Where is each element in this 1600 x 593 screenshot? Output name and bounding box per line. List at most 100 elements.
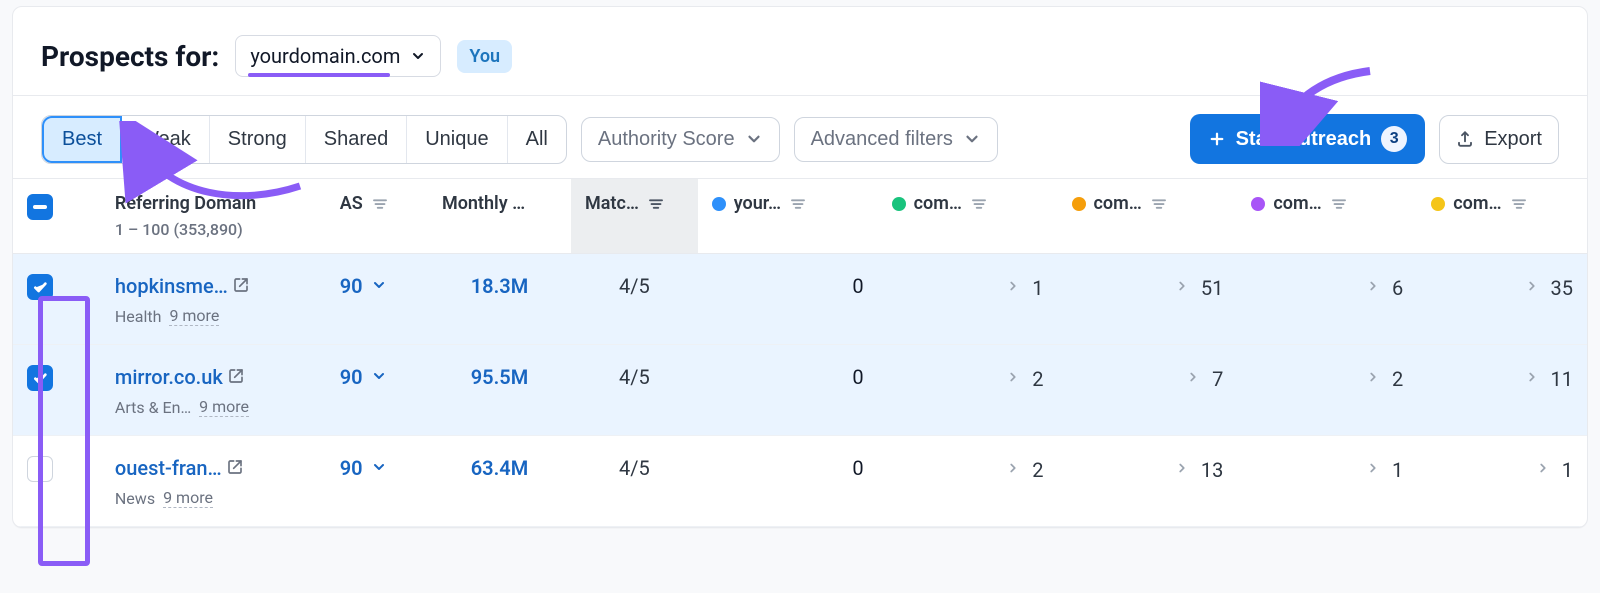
filter-all[interactable]: All [508, 116, 566, 163]
col-referring-domain[interactable]: Referring Domain [115, 193, 256, 214]
competitor-value[interactable]: 2 [1006, 458, 1043, 482]
chevron-down-icon [745, 130, 763, 148]
export-button[interactable]: Export [1439, 115, 1559, 164]
chevron-right-icon [1186, 370, 1204, 388]
chevron-right-icon [1536, 461, 1554, 479]
competitor-value: 0 [852, 274, 863, 298]
col-comp-3[interactable]: com… [1273, 193, 1321, 214]
category-tag: Arts & En… [115, 398, 191, 417]
monthly-visits-value: 18.3M [471, 274, 528, 298]
range-count: 1 – 100 (353,890) [115, 220, 312, 239]
col-as[interactable]: AS [340, 193, 363, 214]
match-value: 4/5 [619, 365, 650, 389]
domain-link[interactable]: hopkinsme… [115, 274, 251, 298]
row-checkbox[interactable] [27, 365, 53, 391]
col-comp-1[interactable]: com… [914, 193, 962, 214]
competitor-value[interactable]: 13 [1175, 458, 1223, 482]
competitor-value: 0 [852, 456, 863, 480]
competitor-value[interactable]: 6 [1366, 276, 1403, 300]
chevron-down-icon [371, 459, 389, 477]
col-match[interactable]: Matc… [585, 193, 639, 214]
filter-shared[interactable]: Shared [306, 116, 408, 163]
chevron-right-icon [1366, 461, 1384, 479]
sort-icon[interactable] [1150, 195, 1168, 213]
category-tag: News [115, 489, 155, 508]
authority-score-dropdown[interactable]: Authority Score [581, 117, 780, 162]
external-link-icon[interactable] [227, 459, 245, 477]
domain-selector[interactable]: yourdomain.com [235, 35, 441, 77]
start-outreach-count: 3 [1381, 126, 1407, 152]
col-monthly[interactable]: Monthly … [442, 193, 525, 214]
match-value: 4/5 [619, 456, 650, 480]
sort-icon[interactable] [371, 195, 389, 213]
chevron-right-icon [1006, 279, 1024, 297]
advanced-filters-dropdown[interactable]: Advanced filters [794, 117, 998, 162]
sort-icon[interactable] [1330, 195, 1348, 213]
start-outreach-button[interactable]: Start outreach 3 [1190, 114, 1426, 164]
competitor-value[interactable]: 2 [1366, 367, 1403, 391]
domain-selected: yourdomain.com [250, 44, 400, 68]
purple-underline [248, 73, 390, 77]
chevron-right-icon [1175, 461, 1193, 479]
competitor-value[interactable]: 11 [1525, 367, 1573, 391]
row-checkbox[interactable] [27, 456, 53, 482]
table-row: mirror.co.uk Arts & En… 9 more 90 [13, 345, 1587, 436]
monthly-visits-value: 63.4M [471, 456, 528, 480]
more-categories-link[interactable]: 9 more [163, 488, 213, 508]
dot-icon [1072, 197, 1086, 211]
chevron-right-icon [1525, 279, 1543, 297]
filter-unique[interactable]: Unique [407, 116, 507, 163]
category-tag: Health [115, 307, 162, 326]
filter-segment-group: Best Weak Strong Shared Unique All [41, 115, 567, 164]
col-comp-4[interactable]: com… [1453, 193, 1501, 214]
plus-icon [1208, 130, 1226, 148]
chevron-down-icon [371, 368, 389, 386]
table-row: ouest-fran… News 9 more 90 [13, 436, 1587, 527]
chevron-right-icon [1006, 461, 1024, 479]
competitor-value[interactable]: 7 [1186, 367, 1223, 391]
authority-score-label: Authority Score [598, 128, 735, 151]
competitor-value[interactable]: 35 [1525, 276, 1573, 300]
table-row: hopkinsme… Health 9 more 90 [13, 254, 1587, 345]
filter-best[interactable]: Best [42, 116, 122, 163]
col-your[interactable]: your… [734, 193, 781, 214]
sort-icon[interactable] [1510, 195, 1528, 213]
filter-weak[interactable]: Weak [122, 116, 210, 163]
select-all-checkbox[interactable] [27, 194, 53, 220]
domain-link[interactable]: ouest-fran… [115, 456, 245, 480]
col-comp-2[interactable]: com… [1094, 193, 1142, 214]
sort-icon[interactable] [970, 195, 988, 213]
dot-icon [1251, 197, 1265, 211]
chevron-right-icon [1175, 279, 1193, 297]
dot-icon [1431, 197, 1445, 211]
as-value[interactable]: 90 [340, 274, 389, 298]
competitor-value[interactable]: 1 [1536, 458, 1573, 482]
competitor-value[interactable]: 1 [1366, 458, 1403, 482]
filter-strong[interactable]: Strong [210, 116, 306, 163]
more-categories-link[interactable]: 9 more [199, 397, 249, 417]
page-title: Prospects for: [41, 40, 219, 73]
chevron-right-icon [1525, 370, 1543, 388]
as-value[interactable]: 90 [340, 456, 389, 480]
chevron-down-icon [371, 277, 389, 295]
topbar: Prospects for: yourdomain.com You [13, 7, 1587, 96]
prospects-table: Referring Domain 1 – 100 (353,890) AS Mo… [13, 179, 1587, 527]
external-link-icon[interactable] [228, 368, 246, 386]
external-link-icon[interactable] [233, 277, 251, 295]
competitor-value[interactable]: 1 [1006, 276, 1043, 300]
dot-icon [892, 197, 906, 211]
domain-link[interactable]: mirror.co.uk [115, 365, 246, 389]
competitor-value[interactable]: 51 [1175, 276, 1223, 300]
monthly-visits-value: 95.5M [471, 365, 528, 389]
more-categories-link[interactable]: 9 more [169, 306, 219, 326]
export-label: Export [1484, 128, 1542, 151]
competitor-value[interactable]: 2 [1006, 367, 1043, 391]
chevron-right-icon [1366, 279, 1384, 297]
chevron-right-icon [1366, 370, 1384, 388]
sort-active-icon[interactable] [647, 195, 665, 213]
chevron-right-icon [1006, 370, 1024, 388]
row-checkbox[interactable] [27, 274, 53, 300]
sort-icon[interactable] [789, 195, 807, 213]
as-value[interactable]: 90 [340, 365, 389, 389]
filters-row: Best Weak Strong Shared Unique All Autho… [13, 96, 1587, 179]
